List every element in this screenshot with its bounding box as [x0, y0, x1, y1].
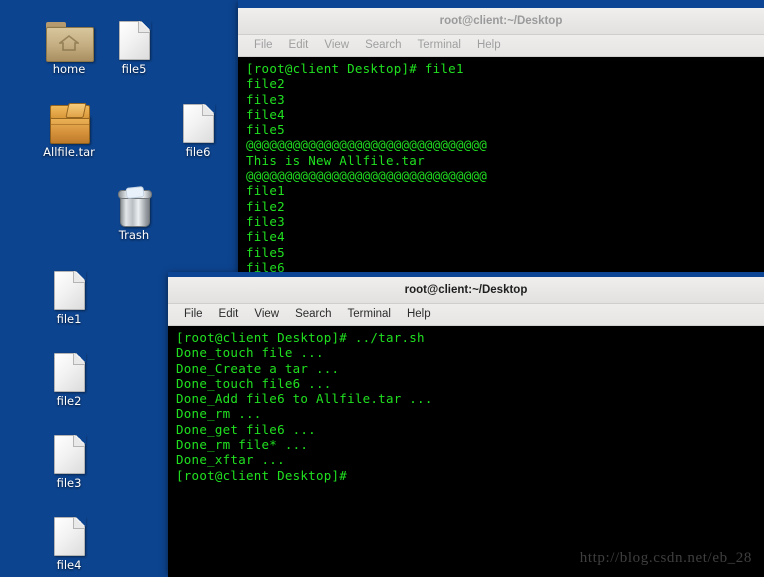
file-sheet-icon [53, 434, 86, 474]
desktop-icon-trash[interactable]: Trash [95, 178, 173, 242]
file-icon [30, 262, 108, 310]
file-icon [159, 95, 237, 143]
terminal-line: @@@@@@@@@@@@@@@@@@@@@@@@@@@@@@@ [246, 168, 488, 184]
desktop-icon-allfile-tar[interactable]: Allfile.tar [30, 95, 108, 159]
terminal-line: Done_get file6 ... [176, 421, 316, 437]
terminal-line: This is New Allfile.tar [246, 152, 425, 168]
file-icon [30, 426, 108, 474]
file-sheet-icon [182, 103, 215, 143]
terminal-line: file5 [246, 244, 285, 260]
desktop-icon-label: Allfile.tar [43, 145, 95, 159]
menu-item-help-front[interactable]: Help [399, 304, 439, 325]
terminal-line: Done_Add file6 to Allfile.tar ... [176, 391, 433, 407]
terminal-line: file2 [246, 76, 285, 92]
desktop-icon-file3[interactable]: file3 [30, 426, 108, 490]
menu-item-terminal-front[interactable]: Terminal [340, 304, 399, 325]
terminal-line: file3 [246, 91, 285, 107]
trash-icon [95, 178, 173, 227]
terminal-line: file5 [246, 122, 285, 138]
file-icon [30, 344, 108, 392]
desktop-icon-label: file2 [56, 394, 82, 408]
terminal-line: Done_touch file ... [176, 345, 324, 361]
terminal-output-back[interactable]: [root@client Desktop]# file1 file2 file3 fi… [238, 57, 764, 285]
menu-item-search-back[interactable]: Search [357, 35, 409, 56]
home-folder-icon [46, 22, 94, 62]
tar-archive-icon [50, 103, 90, 144]
terminal-line: file4 [246, 106, 285, 122]
watermark-text: http://blog.csdn.net/eb_28 [579, 550, 752, 566]
desktop-icon-label: file1 [56, 312, 82, 326]
desktop-icon-file4[interactable]: file4 [30, 508, 108, 572]
terminal-line: file1 [246, 183, 285, 199]
window-top-border-back [238, 0, 764, 8]
window-title-back: root@client:~/Desktop [439, 15, 563, 27]
desktop-icon-file5[interactable]: file5 [95, 12, 173, 76]
terminal-output-front[interactable]: [root@client Desktop]# ../tar.sh Done_tou… [168, 326, 764, 577]
terminal-line: Done_xftar ... [176, 452, 285, 468]
terminal-line: Done_rm file* ... [176, 437, 309, 453]
desktop-icon-label: file5 [121, 62, 147, 76]
terminal-line: [root@client Desktop]# ../tar.sh [176, 330, 425, 345]
terminal-line: Done_Create a tar ... [176, 360, 340, 376]
window-title-front: root@client:~/Desktop [404, 284, 528, 296]
terminal-window-front[interactable]: root@client:~/Desktop File Edit View Sea… [168, 272, 764, 577]
titlebar-front[interactable]: root@client:~/Desktop [168, 277, 764, 304]
terminal-window-back[interactable]: root@client:~/Desktop File Edit View Sea… [238, 0, 764, 285]
terminal-line: Done_touch file6 ... [176, 375, 332, 391]
archive-icon [30, 95, 108, 144]
terminal-line: Done_rm ... [176, 406, 262, 422]
menubar-front[interactable]: File Edit View Search Terminal Help [168, 304, 764, 326]
desktop-icon-file1[interactable]: file1 [30, 262, 108, 326]
menu-item-edit-front[interactable]: Edit [211, 304, 247, 325]
menu-item-view-back[interactable]: View [316, 35, 357, 56]
file-sheet-icon [53, 270, 86, 310]
trash-bin-icon [118, 186, 152, 227]
menu-item-file-back[interactable]: File [246, 35, 281, 56]
file-icon [30, 508, 108, 556]
menu-item-file-front[interactable]: File [176, 304, 211, 325]
menu-item-search-front[interactable]: Search [287, 304, 339, 325]
desktop-icon-file2[interactable]: file2 [30, 344, 108, 408]
menu-item-terminal-back[interactable]: Terminal [410, 35, 469, 56]
desktop-icon-label: file3 [56, 476, 82, 490]
file-sheet-icon [118, 20, 151, 60]
menubar-back[interactable]: File Edit View Search Terminal Help [238, 35, 764, 57]
desktop-icon-label: Trash [118, 228, 150, 242]
terminal-line: file4 [246, 229, 285, 245]
terminal-line: file2 [246, 198, 285, 214]
file-sheet-icon [53, 352, 86, 392]
terminal-line: [root@client Desktop]# file1 [246, 61, 464, 76]
terminal-line: file3 [246, 213, 285, 229]
menu-item-help-back[interactable]: Help [469, 35, 509, 56]
terminal-line: [root@client Desktop]# [176, 467, 348, 483]
menu-item-view-front[interactable]: View [246, 304, 287, 325]
desktop-icon-file6[interactable]: file6 [159, 95, 237, 159]
file-sheet-icon [53, 516, 86, 556]
file-icon [95, 12, 173, 60]
menu-item-edit-back[interactable]: Edit [281, 35, 317, 56]
desktop-icon-label: file4 [56, 558, 82, 572]
desktop-icon-label: file6 [185, 145, 211, 159]
terminal-line: @@@@@@@@@@@@@@@@@@@@@@@@@@@@@@@ [246, 137, 488, 153]
titlebar-back[interactable]: root@client:~/Desktop [238, 8, 764, 35]
